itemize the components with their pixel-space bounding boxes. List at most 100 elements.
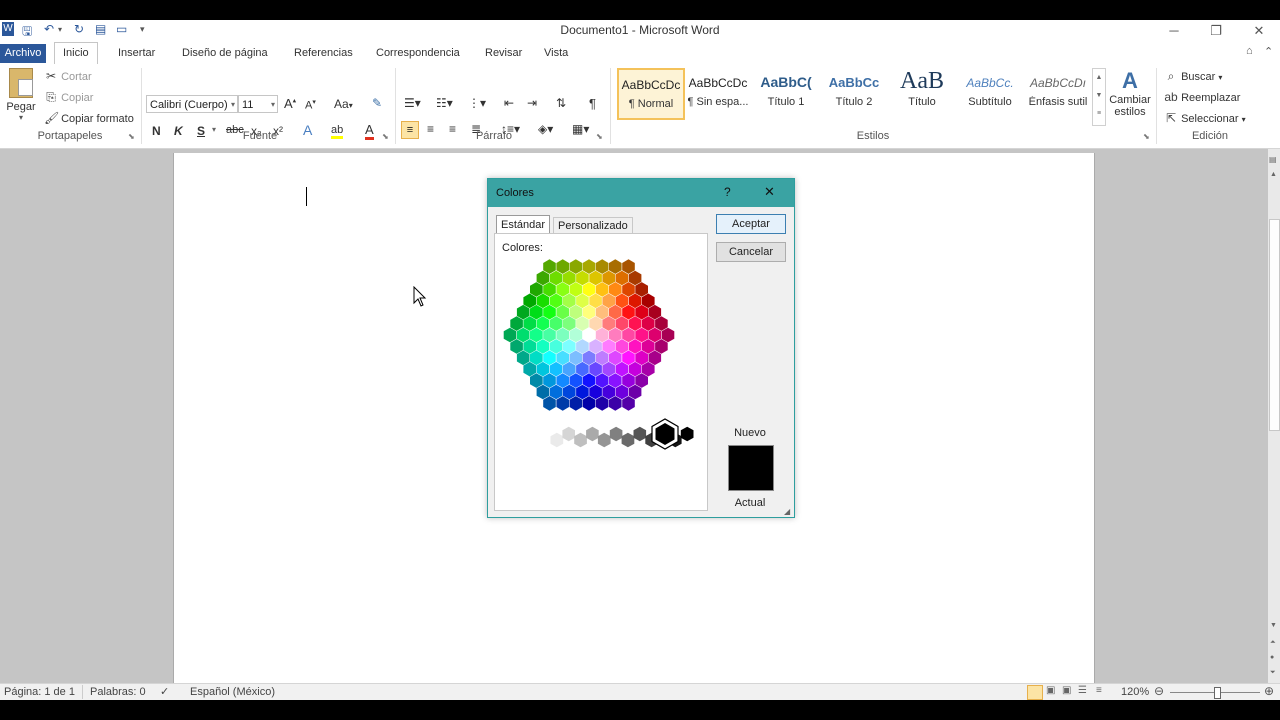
- color-swatch[interactable]: [615, 361, 629, 377]
- color-swatch[interactable]: [635, 373, 648, 388]
- color-swatch[interactable]: [549, 339, 563, 354]
- color-swatch[interactable]: [615, 293, 629, 309]
- style-subtitle[interactable]: AaBbCc. Subtítulo: [957, 68, 1023, 116]
- gray-swatch[interactable]: [574, 432, 587, 448]
- tab-revisar[interactable]: Revisar: [477, 44, 530, 63]
- color-swatch[interactable]: [589, 270, 602, 286]
- color-swatch[interactable]: [562, 384, 576, 400]
- gray-swatch[interactable]: [609, 426, 623, 442]
- color-swatch[interactable]: [595, 304, 609, 320]
- language[interactable]: Español (México): [190, 686, 275, 698]
- resize-grip-icon[interactable]: ◢: [784, 507, 790, 516]
- color-swatch[interactable]: [569, 327, 583, 343]
- color-swatch[interactable]: [530, 350, 543, 366]
- color-swatch[interactable]: [589, 316, 602, 331]
- tab-correspondencia[interactable]: Correspondencia: [368, 44, 468, 63]
- color-swatch[interactable]: [536, 384, 550, 400]
- color-swatch[interactable]: [536, 361, 550, 377]
- color-swatch[interactable]: [595, 259, 609, 274]
- paragraph-launcher-icon[interactable]: ⬊: [596, 132, 603, 141]
- page-count[interactable]: Página: 1 de 1: [4, 686, 75, 698]
- color-swatch[interactable]: [648, 327, 662, 343]
- color-swatch[interactable]: [655, 339, 668, 354]
- color-swatch[interactable]: [510, 339, 523, 354]
- color-swatch[interactable]: [648, 304, 662, 320]
- zoom-level[interactable]: 120%: [1121, 686, 1149, 698]
- color-swatch[interactable]: [543, 327, 556, 343]
- dialog-close-button[interactable]: ✕: [764, 184, 775, 200]
- color-swatch[interactable]: [556, 327, 569, 343]
- zoom-slider-thumb[interactable]: [1214, 687, 1221, 699]
- font-size-select[interactable]: 11 ▾: [238, 95, 278, 113]
- color-swatch[interactable]: [556, 304, 569, 320]
- color-swatch[interactable]: [536, 339, 550, 354]
- color-swatch[interactable]: [576, 270, 589, 286]
- color-swatch[interactable]: [556, 259, 569, 274]
- color-swatch[interactable]: [595, 327, 609, 343]
- color-swatch[interactable]: [655, 316, 668, 331]
- color-swatch[interactable]: [595, 282, 609, 297]
- numbering-icon[interactable]: ☷▾: [436, 96, 453, 110]
- font-launcher-icon[interactable]: ⬊: [382, 132, 389, 141]
- color-swatch[interactable]: [569, 304, 583, 320]
- restore-button[interactable]: ❐: [1194, 20, 1238, 42]
- color-swatch[interactable]: [641, 361, 655, 377]
- color-honeycomb[interactable]: [495, 234, 707, 510]
- color-swatch[interactable]: [543, 304, 556, 320]
- tab-custom[interactable]: Personalizado: [553, 217, 633, 234]
- color-swatch[interactable]: [523, 293, 537, 309]
- clipboard-launcher-icon[interactable]: ⬊: [128, 132, 135, 141]
- decrease-indent-icon[interactable]: ⇤: [504, 96, 514, 110]
- color-swatch[interactable]: [562, 316, 576, 331]
- show-marks-button[interactable]: ¶: [589, 96, 596, 111]
- color-swatch[interactable]: [595, 350, 609, 366]
- color-swatch[interactable]: [648, 350, 662, 366]
- font-family-select[interactable]: Calibri (Cuerpo) ▾: [146, 95, 238, 113]
- color-swatch[interactable]: [595, 396, 609, 411]
- color-swatch[interactable]: [576, 361, 589, 377]
- word-count[interactable]: Palabras: 0: [90, 686, 146, 698]
- clear-format-icon[interactable]: ✎: [372, 96, 382, 110]
- color-swatch[interactable]: [589, 293, 602, 309]
- minimize-ribbon-icon[interactable]: ⌃: [1264, 45, 1273, 58]
- color-swatch[interactable]: [635, 350, 648, 366]
- color-swatch[interactable]: [609, 304, 622, 320]
- sort-icon[interactable]: ⇅: [556, 96, 566, 110]
- gray-swatch[interactable]: [538, 426, 552, 442]
- dialog-help-button[interactable]: ?: [724, 185, 731, 199]
- style-title[interactable]: AaB Título: [889, 68, 955, 116]
- ruler-toggle-icon[interactable]: ▤: [1269, 155, 1277, 164]
- color-swatch[interactable]: [641, 293, 655, 309]
- change-styles-button[interactable]: A Cambiar estilos: [1108, 68, 1152, 128]
- color-swatch[interactable]: [582, 282, 596, 297]
- color-swatch[interactable]: [635, 282, 648, 297]
- outline-view-icon[interactable]: ☰: [1078, 685, 1087, 696]
- color-swatch[interactable]: [582, 350, 596, 366]
- color-swatch[interactable]: [622, 259, 635, 274]
- color-swatch[interactable]: [661, 327, 675, 343]
- previous-page-icon[interactable]: ⏶: [1270, 639, 1276, 647]
- style-normal[interactable]: AaBbCcDc ¶ Normal: [617, 68, 685, 120]
- close-window-button[interactable]: ✕: [1237, 20, 1280, 42]
- bullets-icon[interactable]: ☰▾: [404, 96, 421, 110]
- scroll-thumb[interactable]: [1269, 219, 1280, 431]
- color-swatch[interactable]: [602, 293, 616, 309]
- next-page-icon[interactable]: ⏷: [1270, 669, 1276, 677]
- color-swatch[interactable]: [628, 339, 642, 354]
- proofing-icon[interactable]: ✓: [160, 685, 169, 698]
- draft-view-icon[interactable]: ≡: [1096, 685, 1102, 696]
- color-swatch[interactable]: [543, 282, 556, 297]
- color-swatch[interactable]: [569, 396, 583, 411]
- tab-archivo[interactable]: Archivo: [0, 44, 46, 63]
- minimize-button[interactable]: ─: [1152, 20, 1196, 42]
- color-swatch[interactable]: [569, 350, 583, 366]
- color-swatch[interactable]: [576, 384, 589, 400]
- color-swatch[interactable]: [609, 373, 622, 388]
- web-layout-view-icon[interactable]: ▣: [1062, 685, 1071, 696]
- color-swatch[interactable]: [523, 361, 537, 377]
- color-swatch[interactable]: [615, 270, 629, 286]
- color-swatch[interactable]: [615, 316, 629, 331]
- change-case-button[interactable]: Aa▾: [334, 97, 353, 111]
- style-no-spacing[interactable]: AaBbCcDc ¶ Sin espa...: [685, 68, 751, 116]
- color-swatch[interactable]: [530, 304, 543, 320]
